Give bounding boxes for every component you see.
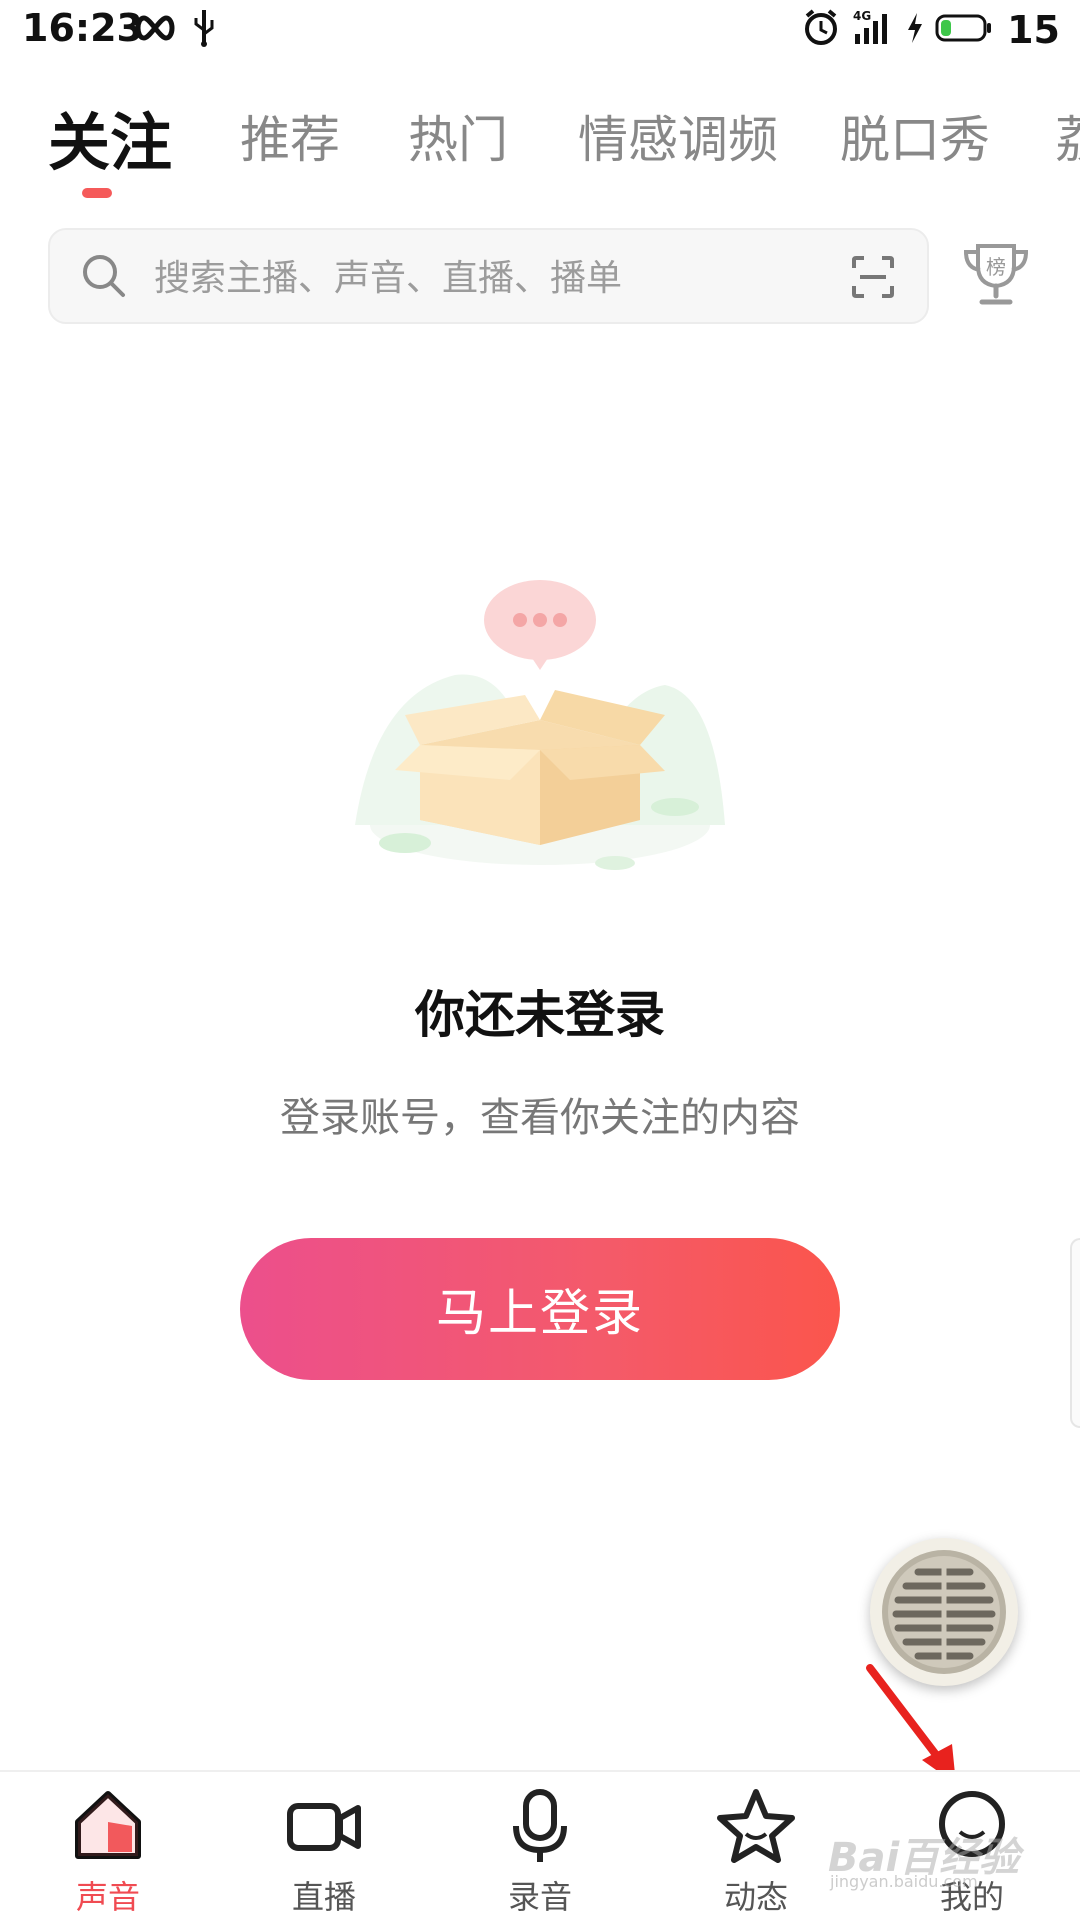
- tab-more[interactable]: 荔: [1055, 100, 1080, 172]
- empty-state-subtitle: 登录账号，查看你关注的内容: [280, 1095, 800, 1141]
- category-tabs: 关注 推荐 热门 情感调频 脱口秀 荔: [0, 100, 1080, 210]
- login-button-label: 马上登录: [436, 1284, 644, 1342]
- search-input[interactable]: [154, 252, 834, 304]
- alarm-icon: [801, 8, 841, 52]
- side-drawer-handle[interactable]: [1070, 1238, 1080, 1428]
- watermark-url: jingyan.baidu.com: [830, 1872, 978, 1891]
- nav-record-label: 录音: [507, 1878, 572, 1916]
- nav-live-label: 直播: [291, 1878, 356, 1916]
- battery-percent: 15: [1007, 8, 1060, 52]
- nav-live[interactable]: 直播: [244, 1772, 404, 1920]
- status-bar: 16:23 4G 15: [0, 0, 1080, 60]
- empty-box-illustration: [345, 575, 735, 875]
- signal-icon: 4G: [851, 8, 895, 52]
- nav-sound-label: 声音: [75, 1878, 140, 1916]
- charging-icon: [905, 11, 925, 49]
- star-icon: [716, 1786, 796, 1870]
- tab-hot[interactable]: 热门: [408, 100, 508, 172]
- tab-emotion[interactable]: 情感调频: [578, 100, 778, 172]
- nav-feed-label: 动态: [723, 1878, 788, 1916]
- search-bar[interactable]: [48, 228, 929, 324]
- empty-state-title: 你还未登录: [415, 986, 665, 1044]
- active-tab-indicator: [82, 188, 112, 198]
- ranking-trophy-icon[interactable]: 榜: [960, 240, 1032, 314]
- login-button[interactable]: 马上登录: [240, 1238, 840, 1380]
- tab-talk-show[interactable]: 脱口秀: [840, 100, 990, 172]
- nav-sound[interactable]: 声音: [28, 1772, 188, 1920]
- svg-text:榜: 榜: [986, 255, 1006, 279]
- status-time: 16:23: [22, 6, 143, 50]
- home-icon: [68, 1786, 148, 1870]
- nav-feed[interactable]: 动态: [676, 1772, 836, 1920]
- video-camera-icon: [284, 1786, 364, 1870]
- nav-record[interactable]: 录音: [460, 1772, 620, 1920]
- tab-follow[interactable]: 关注: [48, 100, 172, 182]
- tab-recommend[interactable]: 推荐: [240, 100, 340, 172]
- svg-text:4G: 4G: [853, 9, 871, 23]
- usb-icon: [192, 8, 216, 52]
- infinity-icon: [132, 14, 178, 46]
- battery-icon: [935, 13, 993, 47]
- search-icon: [80, 252, 128, 304]
- microphone-icon: [500, 1786, 580, 1870]
- scan-icon[interactable]: [850, 254, 896, 304]
